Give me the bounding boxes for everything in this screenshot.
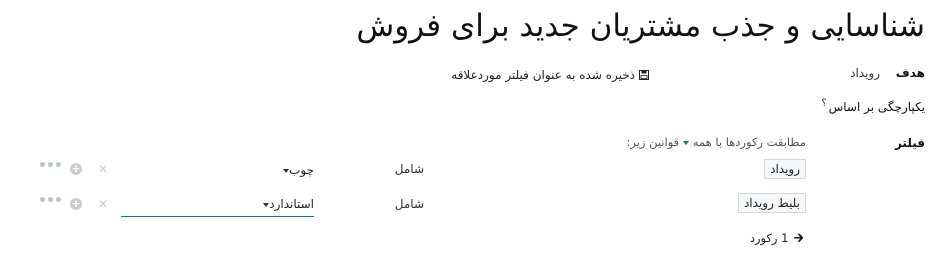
- delete-rule-1-icon[interactable]: ✕: [98, 162, 108, 176]
- add-rule-2-icon[interactable]: +: [70, 198, 82, 210]
- help-tooltip-icon[interactable]: ؟: [821, 98, 826, 109]
- rule-2-more-icon[interactable]: •••: [38, 193, 63, 209]
- page-title: شناسایی و جذب مشتریان جدید برای فروش: [356, 8, 925, 44]
- rule-1-value-select[interactable]: چوب: [279, 163, 314, 177]
- rule-2-value: استاندارد: [269, 197, 314, 211]
- goal-label: هدف: [895, 66, 925, 80]
- match-suffix: قوانین زیر:: [626, 135, 680, 149]
- records-count-link[interactable]: 🡲 1 رکورد: [750, 229, 804, 251]
- match-records-line: مطابقت رکوردها با همه قوانین زیر:: [626, 135, 806, 149]
- rule-1-operator[interactable]: شامل: [395, 162, 424, 176]
- match-prefix: مطابقت رکوردها با: [715, 135, 806, 149]
- floppy-disk-icon: [639, 70, 649, 80]
- integration-label-group: یکپارچگی بر اساس؟: [821, 98, 925, 114]
- arrow-right-icon: 🡲: [793, 231, 804, 246]
- match-all-value: همه: [692, 135, 712, 149]
- save-favorite-filter-label: ذخیره شده به عنوان فیلتر موردعلاقه: [451, 68, 635, 82]
- rule-2-field[interactable]: بلیط رویداد: [737, 193, 806, 213]
- add-rule-1-icon[interactable]: +: [70, 163, 82, 175]
- rule-1-field[interactable]: رویداد: [764, 159, 806, 179]
- match-all-dropdown[interactable]: همه: [682, 135, 712, 149]
- rule-1-more-icon[interactable]: •••: [38, 158, 63, 174]
- rule-2-value-select[interactable]: استاندارد: [259, 197, 314, 211]
- rule-2-value-underline: [121, 216, 314, 217]
- integration-label: یکپارچگی بر اساس: [828, 100, 925, 114]
- chevron-down-icon: [682, 140, 689, 145]
- goal-value: رویداد: [850, 66, 880, 80]
- rule-2-operator[interactable]: شامل: [395, 197, 424, 211]
- delete-rule-2-icon[interactable]: ✕: [98, 197, 108, 211]
- save-favorite-filter-link[interactable]: ذخیره شده به عنوان فیلتر موردعلاقه: [451, 68, 649, 82]
- rule-1-value: چوب: [289, 163, 314, 177]
- filter-label: فیلتر: [894, 136, 925, 150]
- records-count: 1 رکورد: [749, 231, 789, 245]
